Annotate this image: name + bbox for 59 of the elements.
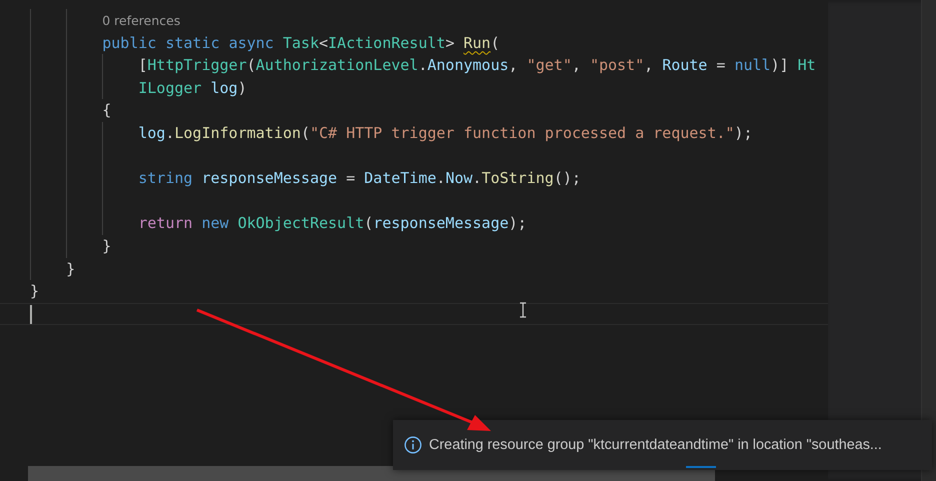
- identifier: log: [137, 124, 166, 142]
- code-punctuation: (: [300, 124, 310, 142]
- type-name: IActionResult: [328, 34, 446, 52]
- type-name: Task: [282, 34, 319, 52]
- code-punctuation: {: [101, 101, 112, 120]
- code-punctuation: =: [716, 56, 726, 74]
- code-punctuation: ,: [508, 56, 519, 74]
- code-punctuation: ,: [644, 56, 654, 74]
- code-punctuation: .: [418, 56, 428, 74]
- type-name: Ht: [798, 56, 816, 74]
- method-name: LogInformation: [174, 124, 301, 142]
- code-punctuation: .: [472, 169, 482, 188]
- keyword-token: public: [101, 34, 158, 52]
- identifier: Route: [662, 56, 708, 74]
- code-punctuation: );: [508, 214, 527, 232]
- code-punctuation: (: [246, 56, 256, 74]
- notification-message: Creating resource group "ktcurrentdateandtime" in location "southeas...: [429, 437, 882, 453]
- code-punctuation: <: [319, 34, 328, 52]
- code-punctuation: .: [165, 124, 174, 142]
- type-name: OkObjectResult: [238, 214, 364, 232]
- keyword-token: return: [137, 214, 194, 232]
- code-punctuation: );: [734, 124, 752, 142]
- keyword-token: string: [137, 169, 194, 188]
- method-name: Run: [464, 34, 491, 52]
- vertical-scrollbar[interactable]: [921, 0, 936, 481]
- code-punctuation: )]: [770, 56, 790, 74]
- keyword-token: async: [228, 34, 275, 52]
- code-punctuation: =: [346, 169, 356, 188]
- identifier: log: [210, 78, 238, 97]
- code-punctuation: [: [137, 56, 148, 74]
- code-punctuation: }: [30, 282, 40, 300]
- keyword-token: static: [165, 34, 221, 52]
- keyword-token: new: [202, 214, 230, 232]
- text-cursor-icon: [519, 302, 527, 318]
- text-cursor: [30, 305, 32, 324]
- code-punctuation: .: [436, 169, 446, 188]
- code-punctuation: }: [101, 236, 112, 255]
- identifier: DateTime: [364, 169, 436, 188]
- identifier: Now: [445, 169, 473, 188]
- code-punctuation: }: [65, 260, 76, 278]
- codelens-link[interactable]: 0 references: [102, 13, 180, 28]
- keyword-token: null: [734, 56, 771, 74]
- code-punctuation: ,: [572, 56, 582, 74]
- identifier: responseMessage: [373, 214, 509, 232]
- identifier: Anonymous: [427, 56, 509, 74]
- string-literal: "get": [526, 56, 572, 74]
- type-name: AuthorizationLevel: [256, 56, 418, 74]
- identifier: responseMessage: [202, 169, 338, 188]
- type-name: HttpTrigger: [147, 56, 247, 74]
- method-name: ToString: [482, 169, 554, 188]
- string-literal: "post": [590, 56, 644, 74]
- type-name: ILogger: [137, 78, 203, 97]
- code-punctuation: >: [445, 34, 456, 52]
- code-punctuation: ): [238, 78, 247, 97]
- string-literal: "C# HTTP trigger function processed a request.": [310, 124, 734, 142]
- code-punctuation: (: [364, 214, 374, 232]
- code-punctuation: ();: [554, 169, 581, 188]
- code-punctuation: (: [490, 34, 500, 52]
- info-icon: [404, 436, 422, 454]
